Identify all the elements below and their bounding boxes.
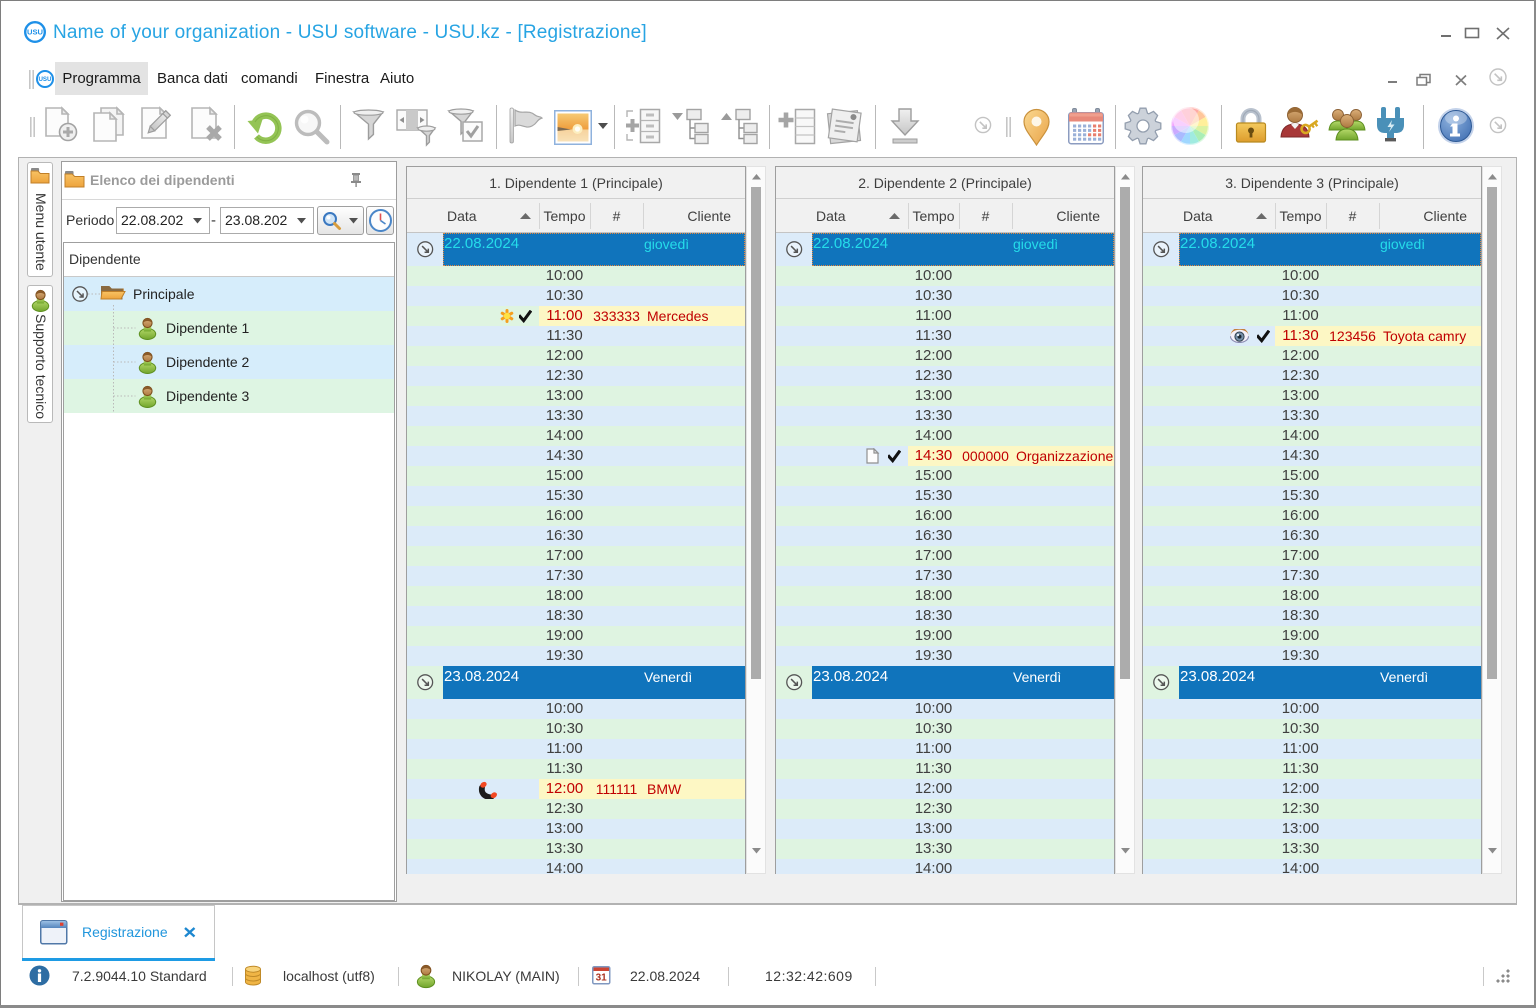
svg-text:31: 31 bbox=[596, 973, 608, 984]
svg-text:USU: USU bbox=[27, 28, 44, 37]
svg-text:USU: USU bbox=[38, 76, 52, 83]
